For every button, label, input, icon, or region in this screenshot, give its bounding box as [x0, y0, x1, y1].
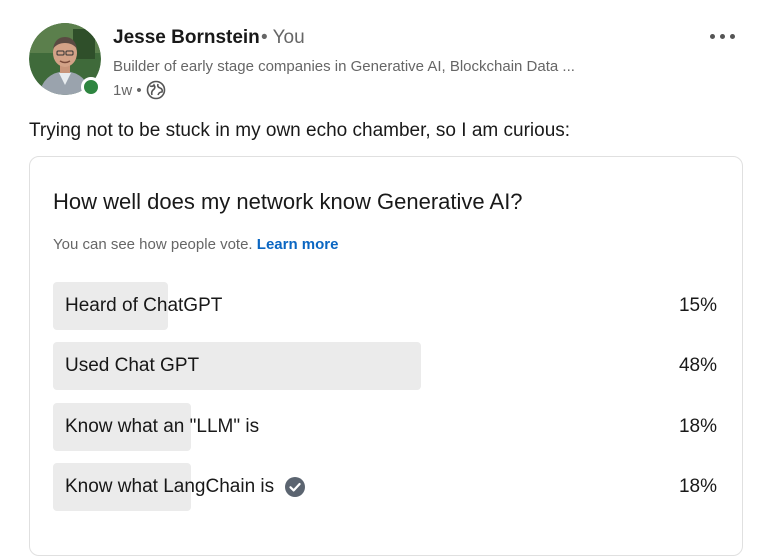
- poll-option-percent: 15%: [678, 295, 717, 316]
- poll-option[interactable]: Know what LangChain is 18%: [53, 463, 719, 511]
- post-text: Trying not to be stuck in my own echo ch…: [29, 120, 571, 141]
- poll-option-percent: 48%: [678, 355, 717, 376]
- poll-visibility-note: You can see how people vote. Learn more: [53, 236, 338, 253]
- ellipsis-icon: [719, 33, 725, 39]
- learn-more-link[interactable]: Learn more: [257, 236, 339, 253]
- poll-option-text: Heard of ChatGPT: [65, 295, 223, 316]
- poll-option-label: Used Chat GPT: [65, 342, 199, 390]
- more-options-button[interactable]: [700, 24, 744, 48]
- poll-note-text: You can see how people vote.: [53, 236, 253, 253]
- author-avatar-wrap[interactable]: [29, 23, 101, 97]
- poll-option-label: Know what an "LLM" is: [65, 403, 259, 451]
- poll-option-text: Know what LangChain is: [65, 476, 275, 497]
- poll-option-label: Know what LangChain is: [65, 463, 306, 511]
- poll-card: How well does my network know Generative…: [29, 156, 743, 556]
- poll-option[interactable]: Know what an "LLM" is 18%: [53, 403, 719, 451]
- poll-option-text: Used Chat GPT: [65, 355, 200, 376]
- author-name[interactable]: Jesse Bornstein: [113, 27, 260, 49]
- poll-option-text: Know what an "LLM" is: [65, 416, 260, 437]
- poll-question: How well does my network know Generative…: [53, 189, 523, 214]
- poll-option[interactable]: Heard of ChatGPT 15%: [53, 282, 719, 330]
- online-status-dot: [81, 77, 101, 97]
- feed-post: Jesse Bornstein • You Builder of early s…: [0, 0, 775, 556]
- poll-option-label: Heard of ChatGPT: [65, 282, 222, 330]
- poll-option-percent: 18%: [678, 476, 717, 497]
- author-relation: • You: [261, 27, 305, 48]
- author-headline: Builder of early stage companies in Gene…: [113, 58, 575, 75]
- ellipsis-icon: [709, 33, 715, 39]
- ellipsis-icon: [729, 33, 735, 39]
- post-timestamp: 1w •: [113, 81, 142, 99]
- post-meta: 1w •: [113, 80, 166, 100]
- globe-icon: [146, 80, 165, 100]
- poll-option[interactable]: Used Chat GPT 48%: [53, 342, 719, 390]
- check-circle-icon: [285, 477, 306, 497]
- poll-option-percent: 18%: [678, 416, 717, 437]
